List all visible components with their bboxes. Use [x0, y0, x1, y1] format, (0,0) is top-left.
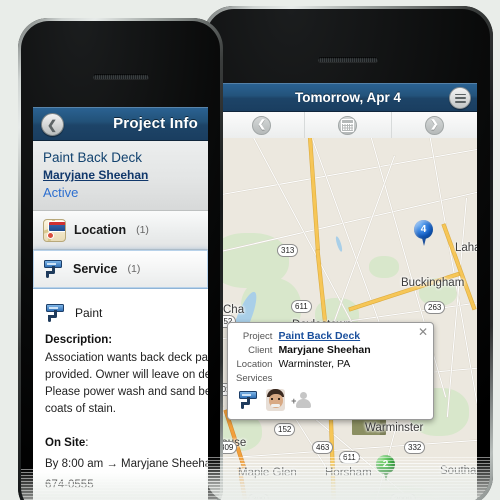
onsite-section: On Site: By 8:00 am → Maryjane Sheehan 6… [45, 433, 208, 494]
menu-bars-glyph [454, 93, 466, 103]
map-route-shield: 313 [277, 244, 299, 257]
right-phone-body: Tomorrow, Apr 4 ❮ ❯ Buckingham Lah Cha W… [206, 9, 490, 500]
map-town-label: Laha [455, 242, 477, 254]
screenshot-stage: Tomorrow, Apr 4 ❮ ❯ Buckingham Lah Cha W… [0, 0, 500, 500]
map-town-label: Southam [440, 465, 477, 477]
chevron-right-glyph: ❯ [430, 119, 439, 130]
day-navigation-bar: ❮ ❯ [219, 112, 477, 139]
chevron-left-icon: ❮ [252, 115, 272, 135]
service-detail-panel: Paint Description: Association wants bac… [33, 289, 208, 494]
accordion-count-location: (1) [136, 224, 149, 236]
left-phone-screen: ❮ Project Info Paint Back Deck Maryjane … [33, 107, 208, 500]
onsite-contact: By 8:00 am → Maryjane Sheehan [45, 458, 208, 470]
marker-number: 2 [376, 455, 395, 474]
left-phone-device: ❮ Project Info Paint Back Deck Maryjane … [18, 18, 223, 500]
description-line: provided. Owner will leave on deck f [45, 369, 208, 381]
map-date-title: Tomorrow, Apr 4 [294, 89, 401, 105]
paint-roller-icon [43, 259, 65, 279]
description-line: Please power wash and sand before [45, 386, 208, 398]
map-marker-4[interactable]: 4 [414, 220, 433, 247]
callout-key-project: Project [242, 331, 273, 342]
map-town-label: Buckingham [401, 277, 465, 289]
map-route-shield: 309 [248, 493, 270, 500]
list-menu-icon[interactable] [449, 87, 471, 109]
page-title: Project Info [113, 115, 198, 132]
service-name: Paint [75, 306, 103, 320]
map-route-shield: 263 [424, 301, 446, 314]
paint-roller-icon[interactable] [238, 390, 260, 410]
chevron-right-icon: ❯ [424, 115, 444, 135]
right-phone-screen: Tomorrow, Apr 4 ❮ ❯ Buckingham Lah Cha W… [219, 83, 477, 500]
callout-key-client: Client [248, 345, 273, 356]
map-app-header: Tomorrow, Apr 4 [219, 83, 477, 112]
previous-day-button[interactable]: ❮ [219, 112, 306, 138]
callout-value-location: Warminster, PA [278, 358, 351, 370]
calendar-glyph [341, 118, 355, 132]
map-route-shield: 611 [291, 300, 312, 313]
status-badge: Active [43, 185, 79, 200]
callout-value-project[interactable]: Paint Back Deck [278, 330, 425, 343]
map-route-shield: 463 [312, 441, 334, 454]
left-phone-body: ❮ Project Info Paint Back Deck Maryjane … [21, 21, 220, 500]
worker-avatar[interactable] [266, 389, 285, 411]
map-route-shield: 152 [274, 423, 296, 436]
map-marker-2[interactable]: 2 [376, 455, 395, 482]
right-phone-speaker [318, 57, 378, 62]
project-name: Paint Back Deck [43, 150, 143, 165]
callout-value-client: Maryjane Sheehan [278, 344, 371, 356]
map-route-shield: 332 [404, 441, 426, 454]
project-info-header: ❮ Project Info [33, 107, 208, 141]
onsite-colon: : [85, 437, 89, 449]
accordion-row-location[interactable]: Location (1) [33, 211, 208, 250]
map-town-label: Maple Glen [238, 467, 297, 479]
description-label: Description: [45, 334, 113, 346]
onsite-label: On Site [45, 437, 86, 449]
calendar-icon [338, 115, 358, 135]
map-town-label: Horsham [325, 467, 372, 479]
callout-value-services [278, 372, 425, 385]
callout-fields: Project Paint Back Deck Client Maryjane … [228, 323, 433, 387]
map-route-shield: 2009 [390, 493, 416, 500]
right-phone-device: Tomorrow, Apr 4 ❮ ❯ Buckingham Lah Cha W… [203, 6, 493, 500]
close-icon[interactable]: ✕ [418, 326, 428, 338]
left-phone-speaker [92, 74, 149, 79]
callout-key-location: Location [236, 359, 273, 370]
onsite-phone[interactable]: 674-0555 [45, 477, 196, 494]
chevron-left-glyph: ❮ [257, 119, 266, 130]
map-town-label: Warminster [365, 422, 424, 434]
calendar-button[interactable] [305, 112, 392, 138]
map-route-shield: 611 [339, 451, 360, 464]
next-day-button[interactable]: ❯ [392, 112, 477, 138]
service-header: Paint [45, 303, 196, 323]
callout-service-icons: + [228, 387, 433, 419]
callout-key-services: Services [236, 373, 273, 384]
accordion-count-service: (1) [127, 263, 141, 275]
description-line: Association wants back deck painted [45, 352, 208, 364]
map-park-area [369, 256, 399, 278]
marker-number: 4 [414, 220, 433, 239]
project-summary: Paint Back Deck Maryjane Sheehan Active [33, 141, 208, 211]
map-location-icon [43, 218, 66, 242]
paint-roller-icon [45, 303, 67, 323]
accordion-label-location: Location [74, 223, 127, 237]
accordion-label-service: Service [73, 262, 118, 276]
map-info-callout[interactable]: ✕ Project Paint Back Deck Client Maryjan… [227, 322, 434, 420]
map-water-body [334, 235, 344, 253]
description-line: coats of stain. [45, 403, 116, 415]
map-canvas[interactable]: Doylestown Buckingham Laha Cha Warminste… [219, 138, 477, 500]
accordion-row-service[interactable]: Service (1) [33, 250, 208, 289]
add-person-icon[interactable]: + [291, 390, 313, 410]
client-link[interactable]: Maryjane Sheehan [43, 167, 148, 183]
